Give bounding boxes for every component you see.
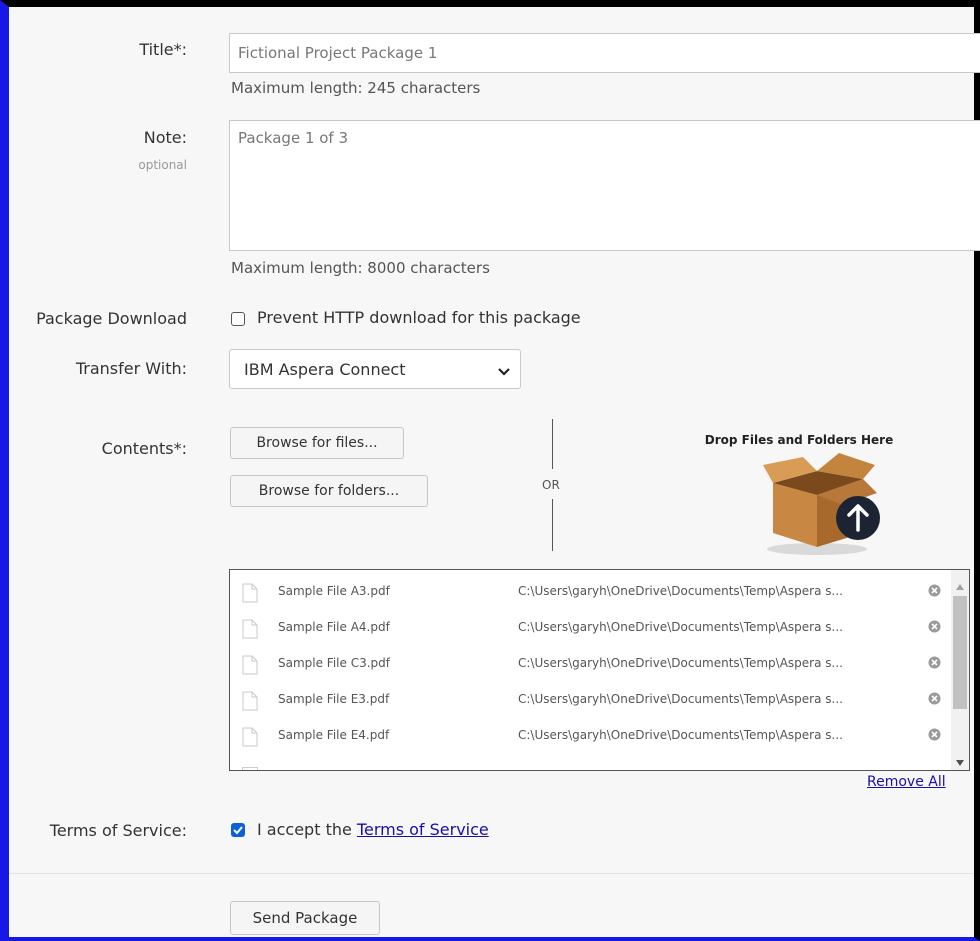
terms-of-service-link[interactable]: Terms of Service	[357, 820, 489, 839]
upload-arrow-icon	[835, 495, 881, 541]
file-icon	[242, 767, 258, 770]
terms-accept-text: I accept the Terms of Service	[257, 820, 489, 839]
remove-circle-icon[interactable]	[928, 584, 941, 600]
checkmark-icon	[233, 826, 243, 835]
note-textarea[interactable]: Package 1 of 3	[229, 120, 980, 251]
package-form-window: Title*: Maximum length: 245 characters N…	[0, 0, 980, 941]
title-hint: Maximum length: 245 characters	[231, 79, 481, 97]
file-icon	[242, 691, 258, 714]
drop-zone[interactable]: Drop Files and Folders Here	[655, 417, 980, 567]
package-download-label: Package Download	[36, 309, 187, 328]
file-path: C:\Users\garyh\OneDrive\Documents\Temp\A…	[518, 692, 843, 706]
drop-zone-label: Drop Files and Folders Here	[704, 433, 894, 447]
file-icon	[242, 655, 258, 678]
terms-checkbox[interactable]	[231, 823, 245, 837]
file-list-scrollbar[interactable]	[951, 570, 969, 770]
file-list[interactable]: Sample File A3.pdf C:\Users\garyh\OneDriv…	[229, 569, 970, 771]
scroll-up-arrow-icon[interactable]	[955, 576, 965, 595]
terms-accept-prefix: I accept the	[257, 820, 352, 839]
note-optional-label: optional	[138, 158, 187, 172]
file-path: C:\Users\garyh\OneDrive\Documents\Temp\A…	[518, 620, 843, 634]
terms-label: Terms of Service:	[49, 821, 187, 840]
note-label: Note:	[143, 128, 187, 147]
file-name: Sample File A3.pdf	[278, 584, 390, 598]
title-input[interactable]	[229, 33, 980, 73]
or-divider-top	[552, 419, 553, 469]
file-name: Sample File E4.pdf	[278, 728, 390, 742]
file-row[interactable]: Sample File A4.pdf C:\Users\garyh\OneDriv…	[230, 610, 952, 646]
remove-circle-icon[interactable]	[928, 620, 941, 636]
scroll-thumb[interactable]	[953, 596, 967, 709]
file-icon	[242, 619, 258, 642]
browse-folders-button[interactable]: Browse for folders...	[230, 475, 428, 507]
file-name: Sample File C3.pdf	[278, 656, 390, 670]
transfer-with-select[interactable]: IBM Aspera Connect	[229, 349, 521, 389]
transfer-with-label: Transfer With:	[75, 359, 187, 378]
file-row[interactable]: Sample File E3.pdf C:\Users\garyh\OneDriv…	[230, 682, 952, 718]
file-path: C:\Users\garyh\OneDrive\Documents\Temp\A…	[518, 728, 843, 742]
remove-circle-icon[interactable]	[928, 692, 941, 708]
remove-circle-icon[interactable]	[928, 728, 941, 744]
send-package-button[interactable]: Send Package	[230, 901, 380, 935]
file-icon	[242, 583, 258, 606]
file-row[interactable]: Sample File E4.pdf C:\Users\garyh\OneDriv…	[230, 718, 952, 754]
file-path: C:\Users\garyh\OneDrive\Documents\Temp\A…	[518, 656, 843, 670]
remove-all-link[interactable]: Remove All	[867, 774, 946, 790]
prevent-http-label: Prevent HTTP download for this package	[257, 308, 581, 327]
or-label: OR	[542, 478, 560, 492]
chevron-down-icon	[498, 362, 510, 381]
file-path: C:\Users\garyh\OneDrive\Documents\Temp\A…	[518, 584, 843, 598]
file-name: Sample File E3.pdf	[278, 692, 390, 706]
browse-files-button[interactable]: Browse for files...	[230, 427, 404, 459]
prevent-http-checkbox[interactable]	[231, 312, 245, 326]
or-divider-bottom	[552, 499, 553, 551]
form-divider	[9, 873, 974, 874]
title-label: Title*:	[139, 40, 187, 59]
file-icon	[242, 727, 258, 750]
file-name: Sample File A4.pdf	[278, 620, 390, 634]
scroll-down-arrow-icon[interactable]	[955, 752, 965, 770]
contents-label: Contents*:	[101, 439, 187, 458]
remove-circle-icon[interactable]	[928, 656, 941, 672]
note-hint: Maximum length: 8000 characters	[231, 259, 490, 277]
file-row[interactable]: Sample File C3.pdf C:\Users\garyh\OneDriv…	[230, 646, 952, 682]
transfer-with-value: IBM Aspera Connect	[244, 360, 406, 379]
file-row[interactable]: Sample File A3.pdf C:\Users\garyh\OneDriv…	[230, 574, 952, 610]
